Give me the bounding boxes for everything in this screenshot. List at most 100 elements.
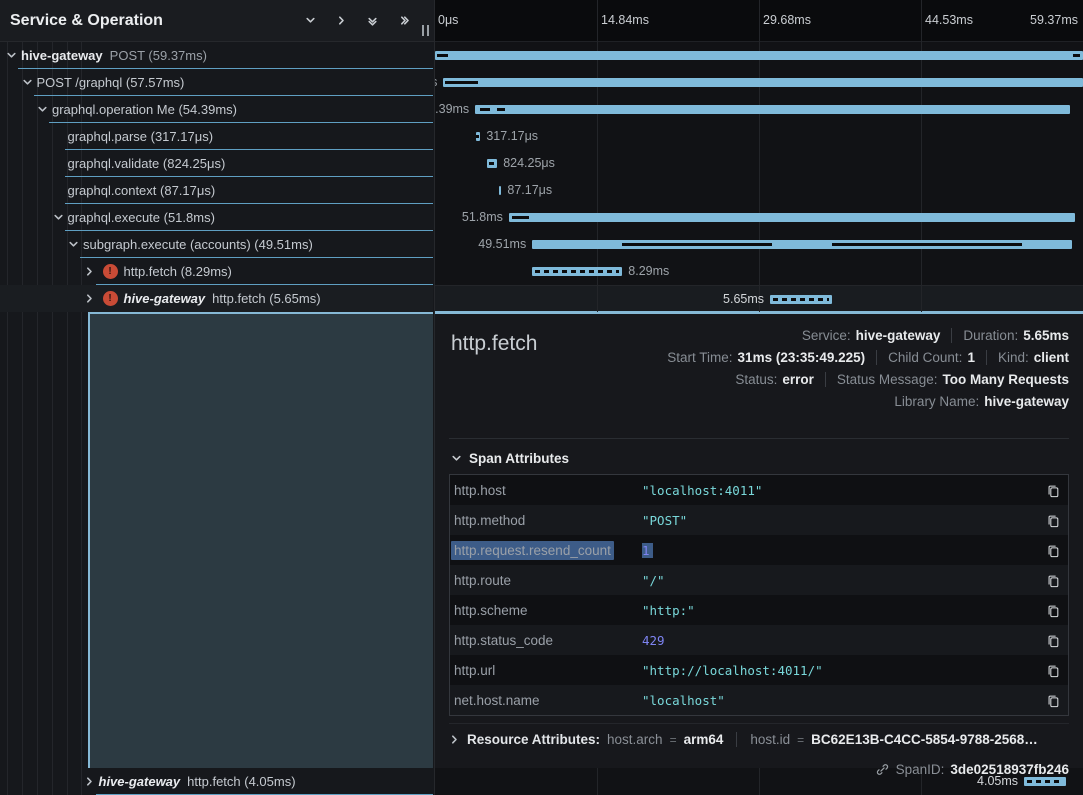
timeline-row: 5.65ms — [435, 285, 1083, 312]
meta-label: Kind: — [998, 350, 1029, 365]
chevron-down-icon[interactable] — [53, 212, 64, 223]
span-bar[interactable] — [487, 159, 497, 168]
span-bar[interactable] — [509, 213, 1075, 222]
tree-row[interactable]: !hive-gatewayhttp.fetch (5.65ms) — [0, 285, 433, 312]
span-bar[interactable] — [532, 267, 622, 276]
span-duration-label: 57.57ms — [435, 69, 437, 96]
tree-row[interactable]: graphql.parse (317.17μs) — [0, 123, 433, 150]
attribute-row: http.request.resend_count1 — [450, 535, 1068, 565]
attribute-value-text: "localhost:4011" — [642, 483, 762, 498]
span-duration-label: 5.65ms — [723, 286, 764, 312]
attribute-key: http.url — [454, 663, 642, 678]
attribute-key: http.method — [454, 513, 642, 528]
span-detail-panel: http.fetch Service:hive-gatewayDuration:… — [435, 311, 1083, 768]
span-bar[interactable] — [1024, 777, 1065, 786]
timeline-row: 57.57ms — [435, 69, 1083, 96]
ruler-tick-label: 0μs — [438, 13, 458, 27]
chevron-down-icon[interactable] — [6, 50, 17, 61]
equals-sign: = — [670, 733, 677, 747]
meta-line: Status:errorStatus Message:Too Many Requ… — [735, 368, 1069, 390]
tree-row[interactable]: POST /graphql (57.57ms) — [0, 69, 433, 96]
self-time-mark — [437, 54, 448, 57]
span-duration-label: 317.17μs — [486, 123, 538, 150]
span-bar[interactable] — [770, 295, 832, 304]
meta-line: Service:hive-gatewayDuration:5.65ms — [802, 324, 1069, 346]
span-attributes-table: http.host"localhost:4011"http.method"POS… — [449, 474, 1069, 716]
copy-icon[interactable] — [1042, 603, 1064, 618]
span-duration-label: 8.29ms — [628, 258, 669, 285]
expand-one-icon[interactable] — [334, 14, 348, 28]
self-time-mark — [480, 108, 490, 111]
meta-value: 5.65ms — [1023, 328, 1069, 343]
tree-row[interactable]: graphql.operation Me (54.39ms) — [0, 96, 433, 123]
self-time-mark — [497, 108, 505, 111]
attribute-row: http.scheme"http:" — [450, 595, 1068, 625]
attribute-key: http.request.resend_count — [454, 543, 642, 558]
resource-value: BC62E13B-C4CC-5854-9788-2568… — [811, 732, 1038, 747]
span-bar[interactable] — [443, 78, 1083, 87]
span-duration-label: 4.05ms — [977, 768, 1018, 795]
copy-icon[interactable] — [1042, 573, 1064, 588]
chevron-down-icon[interactable] — [22, 77, 33, 88]
meta-label: Library Name: — [894, 394, 979, 409]
tree-row[interactable]: subgraph.execute (accounts) (49.51ms) — [0, 231, 433, 258]
operation-label: graphql.context (87.17μs) — [68, 183, 216, 198]
attribute-value: "localhost:4011" — [642, 483, 1042, 498]
span-bar[interactable] — [476, 132, 481, 141]
copy-icon[interactable] — [1042, 483, 1064, 498]
resource-separator — [736, 732, 737, 747]
attribute-value: "/" — [642, 573, 1042, 588]
attribute-value-text: 1 — [642, 543, 653, 558]
copy-icon[interactable] — [1042, 633, 1064, 648]
span-duration-label: 49.51ms — [478, 231, 526, 258]
span-attributes-header[interactable]: Span Attributes — [451, 451, 1069, 466]
span-bar[interactable] — [435, 51, 1083, 60]
tree-row[interactable]: hive-gatewayPOST (59.37ms) — [0, 42, 433, 69]
collapse-all-icon[interactable] — [365, 14, 379, 28]
copy-icon[interactable] — [1042, 543, 1064, 558]
attribute-key: net.host.name — [454, 693, 642, 708]
expanded-span-region — [88, 312, 433, 768]
span-id-footer: SpanID: 3de02518937fb246 — [449, 755, 1069, 784]
span-attributes-title: Span Attributes — [469, 451, 569, 466]
span-duration-label: 824.25μs — [503, 150, 555, 177]
attribute-row: http.method"POST" — [450, 505, 1068, 535]
link-icon[interactable] — [875, 762, 890, 777]
copy-icon[interactable] — [1042, 513, 1064, 528]
copy-icon[interactable] — [1042, 663, 1064, 678]
meta-value: 1 — [967, 350, 975, 365]
collapse-one-icon[interactable] — [303, 14, 317, 28]
chevron-right-icon[interactable] — [84, 776, 95, 787]
meta-label: Status: — [735, 372, 777, 387]
span-bar[interactable] — [532, 240, 1072, 249]
expand-all-icon[interactable] — [396, 14, 410, 28]
chevron-down-icon[interactable] — [37, 104, 48, 115]
detail-divider — [449, 438, 1069, 439]
tree-row[interactable]: graphql.validate (824.25μs) — [0, 150, 433, 177]
meta-value: hive-gateway — [984, 394, 1069, 409]
attribute-row: http.route"/" — [450, 565, 1068, 595]
attribute-key-text: http.url — [454, 663, 495, 678]
attribute-row: http.host"localhost:4011" — [450, 475, 1068, 505]
operation-label: graphql.execute (51.8ms) — [68, 210, 215, 225]
self-time-mark — [512, 216, 529, 219]
chevron-right-icon[interactable] — [84, 293, 95, 304]
attribute-value: "http://localhost:4011/" — [642, 663, 1042, 678]
span-bar[interactable] — [499, 186, 501, 195]
chevron-down-icon[interactable] — [68, 239, 79, 250]
span-bar[interactable] — [475, 105, 1070, 114]
tree-row[interactable]: graphql.context (87.17μs) — [0, 177, 433, 204]
chevron-right-icon[interactable] — [84, 266, 95, 277]
copy-icon[interactable] — [1042, 693, 1064, 708]
resource-attributes-row[interactable]: Resource Attributes:host.arch=arm64host.… — [449, 723, 1069, 755]
attribute-value-text: "localhost" — [642, 693, 725, 708]
span-tree-panel: Service & Operation hive-gatewayPOST (59… — [0, 0, 435, 795]
tree-row[interactable]: !http.fetch (8.29ms) — [0, 258, 433, 285]
meta-label: Service: — [802, 328, 851, 343]
panel-resize-handle[interactable] — [420, 25, 430, 37]
operation-label: http.fetch (5.65ms) — [212, 291, 320, 306]
tree-row[interactable]: graphql.execute (51.8ms) — [0, 204, 433, 231]
attribute-key: http.status_code — [454, 633, 642, 648]
tree-row[interactable]: hive-gatewayhttp.fetch (4.05ms) — [0, 768, 433, 795]
attribute-value-text: "http://localhost:4011/" — [642, 663, 823, 678]
